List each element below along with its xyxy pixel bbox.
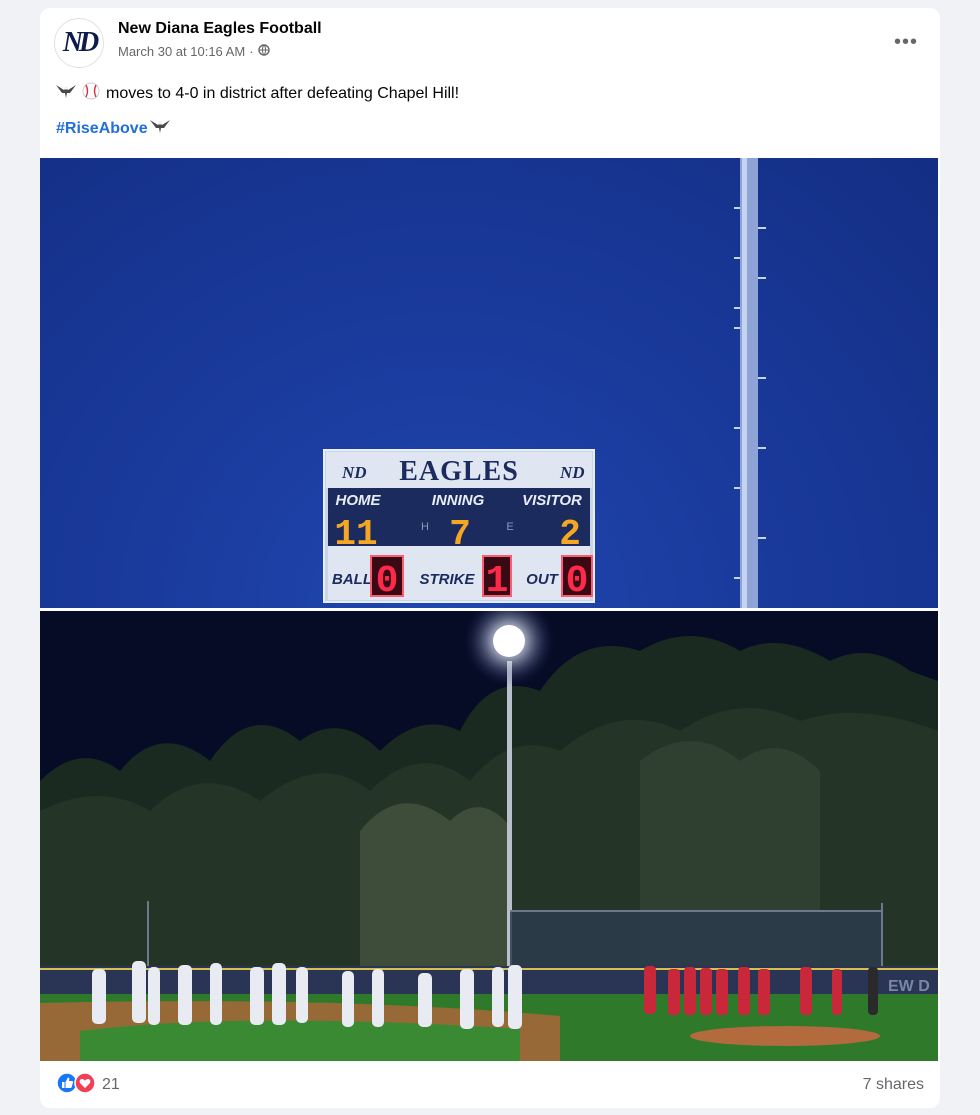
scoreboard-photo[interactable]: ND EAGLES ND HOME INNING VISITOR 11 H 7 … — [40, 158, 938, 608]
scoreboard-team-name: EAGLES — [399, 456, 519, 487]
eagle-icon — [56, 83, 76, 104]
scoreboard-logo-right: ND — [559, 463, 585, 482]
caption-text: moves to 4-0 in district after defeating… — [106, 84, 460, 102]
strike-count: 1 — [486, 560, 509, 603]
scoreboard-header-visitor: VISITOR — [522, 492, 582, 509]
hashtag-line: #RiseAbove — [56, 118, 170, 139]
post-header: ND New Diana Eagles Football March 30 at… — [54, 18, 926, 68]
more-options-button[interactable]: ••• — [888, 30, 924, 54]
scoreboard-side-h: H — [421, 521, 429, 533]
post-caption: moves to 4-0 in district after defeating… — [56, 82, 459, 105]
wall-lettering: EW D — [888, 978, 930, 995]
inning-number: 7 — [449, 514, 471, 555]
home-score: 11 — [334, 514, 377, 555]
meta-separator: · — [249, 44, 254, 59]
visitor-score: 2 — [559, 514, 581, 555]
scoreboard-side-e: E — [506, 521, 513, 533]
post-card: ND New Diana Eagles Football March 30 at… — [40, 8, 940, 1108]
shares-count-link[interactable]: 7 shares — [863, 1076, 924, 1094]
page-avatar[interactable]: ND — [54, 18, 104, 68]
reactions-summary[interactable]: 21 — [56, 1071, 120, 1099]
love-icon — [74, 1071, 96, 1099]
ball-count: 0 — [376, 560, 399, 603]
page-name-link[interactable]: New Diana Eagles Football — [118, 20, 322, 38]
out-count: 0 — [566, 560, 589, 603]
baseball-icon — [82, 82, 100, 105]
scoreboard-logo-left: ND — [341, 463, 367, 482]
post-footer: 21 7 shares — [56, 1068, 924, 1102]
more-icon: ••• — [893, 30, 918, 53]
eagle-icon — [149, 118, 170, 139]
out-label: OUT — [526, 571, 560, 588]
strike-label: STRIKE — [419, 571, 475, 588]
post-timestamp[interactable]: March 30 at 10:16 AM — [118, 44, 245, 59]
reaction-count: 21 — [102, 1076, 120, 1093]
ball-label: BALL — [332, 571, 372, 588]
hashtag-link[interactable]: #RiseAbove — [56, 120, 148, 138]
scoreboard: ND EAGLES ND HOME INNING VISITOR 11 H 7 … — [323, 449, 595, 603]
globe-icon — [257, 44, 270, 59]
pitchers-mound — [690, 1026, 880, 1046]
scoreboard-header-inning: INNING — [432, 492, 485, 509]
light-pole — [734, 158, 766, 608]
post-meta: March 30 at 10:16 AM · — [118, 44, 270, 59]
avatar-logo-text: ND — [62, 27, 100, 58]
scoreboard-header-home: HOME — [336, 492, 382, 509]
field-photo[interactable]: EW D — [40, 611, 938, 1061]
infield-grass — [80, 1020, 520, 1061]
